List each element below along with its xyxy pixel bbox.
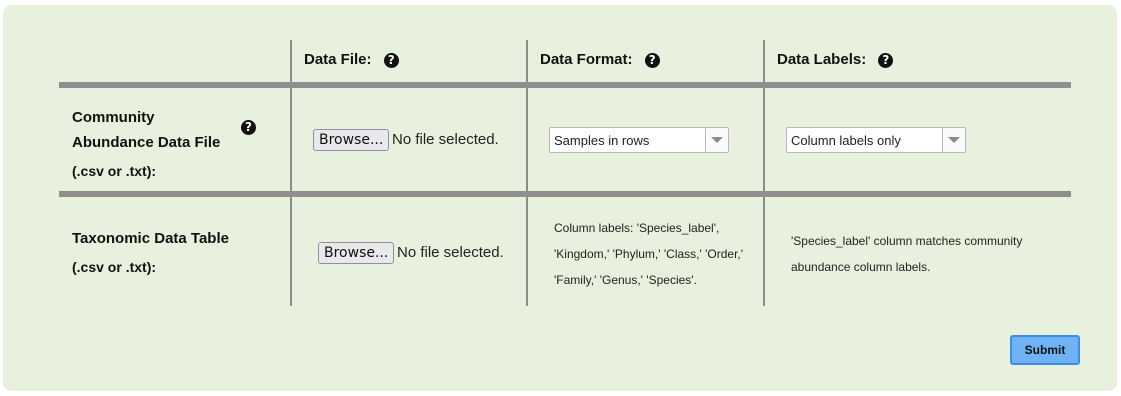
submit-button[interactable]: Submit bbox=[1010, 335, 1080, 365]
column-divider bbox=[763, 40, 765, 306]
chevron-down-icon[interactable] bbox=[942, 128, 965, 152]
header-rule bbox=[59, 82, 1071, 88]
data-labels-value: Column labels only bbox=[791, 133, 901, 148]
header-data-labels-label: Data Labels: bbox=[777, 51, 867, 68]
taxonomic-label-line1: Taxonomic Data Table bbox=[72, 230, 229, 247]
header-data-format: Data Format: ? bbox=[540, 51, 660, 68]
header-data-labels: Data Labels: ? bbox=[777, 51, 894, 68]
help-icon[interactable]: ? bbox=[644, 53, 660, 68]
data-labels-select[interactable]: Column labels only bbox=[786, 127, 966, 153]
chevron-down-icon[interactable] bbox=[705, 128, 728, 152]
column-divider bbox=[290, 40, 292, 306]
taxonomic-labels-note: 'Species_label' column matches community… bbox=[791, 228, 1061, 280]
row-rule bbox=[59, 191, 1071, 197]
data-format-select[interactable]: Samples in rows bbox=[549, 127, 729, 153]
data-format-value: Samples in rows bbox=[554, 133, 650, 148]
column-divider bbox=[526, 40, 528, 306]
community-label-line2: Abundance Data File bbox=[72, 134, 221, 151]
header-data-file-label: Data File: bbox=[304, 51, 372, 68]
taxonomic-browse-button[interactable]: Browse... bbox=[318, 242, 395, 264]
labels-note-line: abundance column labels. bbox=[791, 260, 931, 274]
help-icon[interactable]: ? bbox=[383, 53, 399, 68]
header-data-file: Data File: ? bbox=[304, 51, 399, 68]
labels-note-line: 'Species_label' column matches community bbox=[791, 234, 1023, 248]
community-browse-button[interactable]: Browse... bbox=[313, 129, 390, 151]
help-icon[interactable]: ? bbox=[241, 120, 256, 135]
community-file-status: No file selected. bbox=[392, 131, 499, 148]
header-data-format-label: Data Format: bbox=[540, 51, 633, 68]
taxonomic-label-line2: (.csv or .txt): bbox=[72, 259, 157, 275]
community-label-line1: Community bbox=[72, 109, 155, 126]
community-label-line3: (.csv or .txt): bbox=[72, 163, 157, 179]
format-note-line: 'Kingdom,' 'Phylum,' 'Class,' 'Order,' bbox=[554, 247, 744, 261]
taxonomic-format-note: Column labels: 'Species_label', 'Kingdom… bbox=[554, 215, 759, 293]
help-icon[interactable]: ? bbox=[878, 53, 894, 68]
taxonomic-file-status: No file selected. bbox=[397, 244, 504, 261]
format-note-line: Column labels: 'Species_label', bbox=[554, 221, 720, 235]
format-note-line: 'Family,' 'Genus,' 'Species'. bbox=[554, 273, 697, 287]
